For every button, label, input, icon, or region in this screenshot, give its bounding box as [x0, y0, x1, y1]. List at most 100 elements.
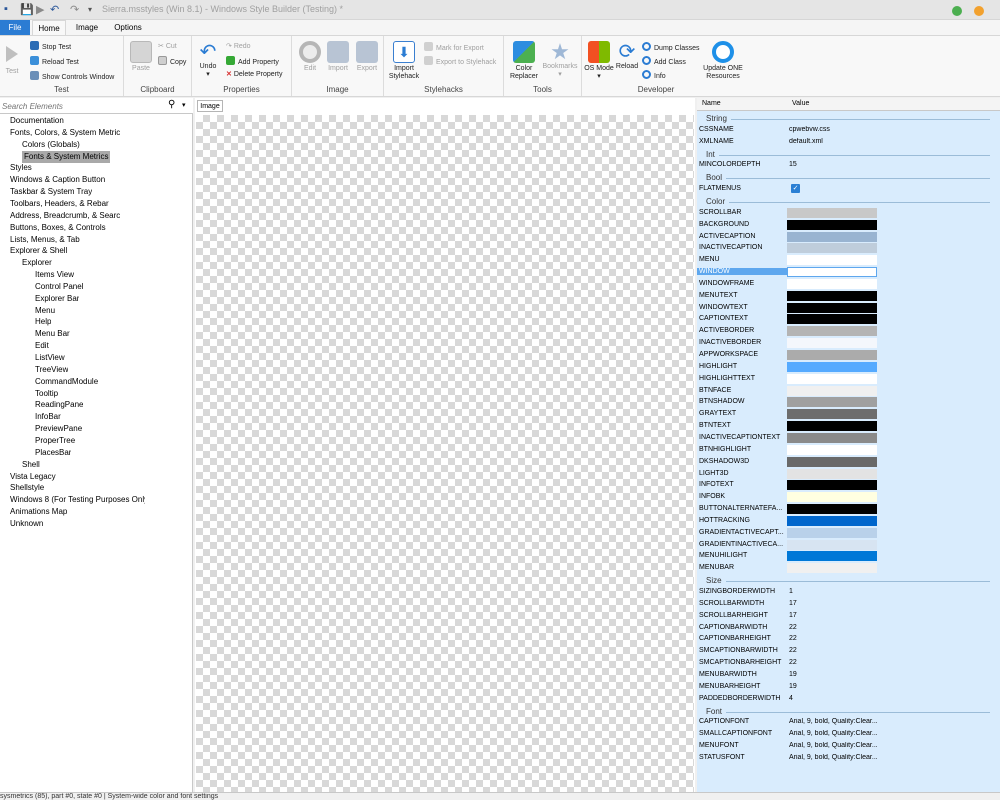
tree-item[interactable]: Control Panel	[35, 281, 83, 293]
export-image-button[interactable]: Export	[354, 41, 380, 73]
property-category[interactable]: Font	[697, 705, 1000, 717]
property-row[interactable]: BTNTEXT	[697, 420, 1000, 432]
property-row[interactable]: DKSHADOW3D	[697, 456, 1000, 468]
color-swatch[interactable]	[787, 468, 877, 479]
property-row[interactable]: INACTIVECAPTIONTEXT	[697, 432, 1000, 444]
property-row[interactable]: HIGHLIGHTTEXT	[697, 373, 1000, 385]
tab-options[interactable]: Options	[108, 20, 148, 35]
add-property-button[interactable]: Add Property	[226, 56, 279, 66]
tab-image[interactable]: Image	[70, 20, 104, 35]
property-row[interactable]: SIZINGBORDERWIDTH 1	[697, 586, 1000, 598]
property-value[interactable]: Arial, 9, bold, Quality:Clear...	[789, 718, 877, 725]
add-class-button[interactable]: Add Class	[642, 56, 686, 66]
tree-item[interactable]: Documentation	[10, 115, 64, 127]
edit-button[interactable]: Edit	[298, 41, 322, 73]
property-row[interactable]: WINDOWFRAME	[697, 278, 1000, 290]
tree-item[interactable]: Tooltip	[35, 388, 58, 400]
property-row[interactable]: WINDOW	[697, 266, 1000, 278]
tree-item[interactable]: Fonts & System Metrics	[22, 150, 111, 163]
tree-item[interactable]: Menu Bar	[35, 328, 70, 340]
property-checkbox[interactable]: ✓	[791, 184, 800, 194]
tree-item[interactable]: ProperTree	[35, 435, 75, 447]
property-value[interactable]: 22	[789, 659, 877, 666]
property-row[interactable]: MENUBARWIDTH 19	[697, 669, 1000, 681]
property-row[interactable]: MENUBARHEIGHT 19	[697, 681, 1000, 693]
color-swatch[interactable]	[787, 504, 877, 515]
property-category[interactable]: Bool	[697, 171, 1000, 183]
close-button[interactable]	[974, 6, 984, 16]
property-row[interactable]: WINDOWTEXT	[697, 302, 1000, 314]
property-row[interactable]: ACTIVECAPTION	[697, 231, 1000, 243]
property-row[interactable]: SMALLCAPTIONFONT Arial, 9, bold, Quality:…	[697, 728, 1000, 740]
color-swatch[interactable]	[787, 290, 877, 301]
property-value[interactable]: 22	[789, 624, 877, 631]
tree-item[interactable]: Buttons, Boxes, & Controls	[10, 222, 106, 234]
color-swatch[interactable]	[787, 350, 877, 360]
reload-test-button[interactable]: Reload Test	[30, 56, 79, 66]
property-category[interactable]: Color	[697, 195, 1000, 207]
property-row[interactable]: BTNFACE	[697, 385, 1000, 397]
property-row[interactable]: SCROLLBARHEIGHT 17	[697, 610, 1000, 622]
property-row[interactable]: SMCAPTIONBARHEIGHT 22	[697, 657, 1000, 669]
tree-item[interactable]: Address, Breadcrumb, & Searc	[10, 210, 120, 222]
property-value[interactable]: default.xml	[789, 138, 877, 145]
minimize-button[interactable]	[952, 6, 962, 16]
color-swatch[interactable]	[787, 361, 877, 372]
tree-item[interactable]: Toolbars, Headers, & Rebar	[10, 198, 109, 210]
color-swatch[interactable]	[787, 421, 877, 432]
property-row[interactable]: PADDEDBORDERWIDTH 4	[697, 693, 1000, 705]
tree-item[interactable]: Menu	[35, 305, 55, 317]
property-row[interactable]: HOTTRACKING	[697, 515, 1000, 527]
color-swatch[interactable]	[787, 207, 877, 218]
undo-button[interactable]: ↶ Undo ▾	[196, 41, 220, 79]
color-swatch[interactable]	[787, 432, 877, 443]
property-row[interactable]: HIGHLIGHT	[697, 361, 1000, 373]
save-icon[interactable]: 💾	[20, 3, 34, 16]
tree-item[interactable]: TreeView	[35, 364, 68, 376]
property-row[interactable]: GRAYTEXT	[697, 408, 1000, 420]
color-swatch[interactable]	[787, 551, 877, 562]
delete-property-button[interactable]: ✕ Delete Property	[226, 70, 282, 78]
property-category[interactable]: String	[697, 112, 1000, 124]
property-value[interactable]: 22	[789, 635, 877, 642]
color-swatch[interactable]	[787, 409, 877, 420]
color-swatch[interactable]	[787, 373, 877, 384]
tree-item[interactable]: Edit	[35, 340, 49, 352]
property-value[interactable]: 19	[789, 683, 877, 690]
color-swatch[interactable]	[787, 302, 877, 313]
play-icon[interactable]: ▶	[36, 3, 44, 16]
property-value[interactable]: Arial, 9, bold, Quality:Clear...	[789, 754, 877, 761]
property-row[interactable]: BUTTONALTERNATEFA...	[697, 503, 1000, 515]
info-button[interactable]: Info	[642, 70, 666, 80]
property-row[interactable]: CAPTIONBARWIDTH 22	[697, 622, 1000, 634]
color-swatch[interactable]	[787, 314, 877, 325]
color-swatch[interactable]	[787, 397, 877, 408]
property-value[interactable]: 22	[789, 647, 877, 654]
tree-item[interactable]: Explorer Bar	[35, 293, 79, 305]
tree-item[interactable]: Taskbar & System Tray	[10, 186, 92, 198]
property-value[interactable]: Arial, 9, bold, Quality:Clear...	[789, 730, 877, 737]
property-row[interactable]: MINCOLORDEPTH 15	[697, 159, 1000, 171]
color-swatch[interactable]	[787, 539, 877, 550]
os-mode-button[interactable]: OS Mode ▾	[584, 41, 614, 81]
property-row[interactable]: MENU	[697, 254, 1000, 266]
tree-item[interactable]: CommandModule	[35, 376, 98, 388]
update-resources-button[interactable]: Update ONE Resources	[700, 41, 746, 81]
property-row[interactable]: CSSNAME cpwebvw.css	[697, 124, 1000, 136]
tab-home[interactable]: Home	[32, 20, 66, 35]
property-value[interactable]: 1	[789, 588, 877, 595]
property-value[interactable]: 4	[789, 695, 877, 702]
color-swatch[interactable]	[787, 456, 877, 467]
search-input[interactable]	[2, 99, 162, 113]
property-row[interactable]: XMLNAME default.xml	[697, 136, 1000, 148]
mark-for-export-button[interactable]: Mark for Export	[424, 42, 484, 52]
color-swatch[interactable]	[787, 255, 877, 266]
copy-button[interactable]: Copy	[158, 56, 186, 66]
tab-image-preview[interactable]: Image	[197, 100, 223, 112]
color-swatch[interactable]	[787, 492, 877, 503]
property-row[interactable]: CAPTIONFONT Arial, 9, bold, Quality:Clear…	[697, 716, 1000, 728]
search-dropdown-icon[interactable]: ▾	[182, 101, 186, 109]
color-swatch[interactable]	[787, 444, 877, 455]
color-replacer-button[interactable]: Color Replacer	[508, 41, 540, 81]
import-stylehack-button[interactable]: ⬇ Import Stylehack	[386, 41, 422, 81]
